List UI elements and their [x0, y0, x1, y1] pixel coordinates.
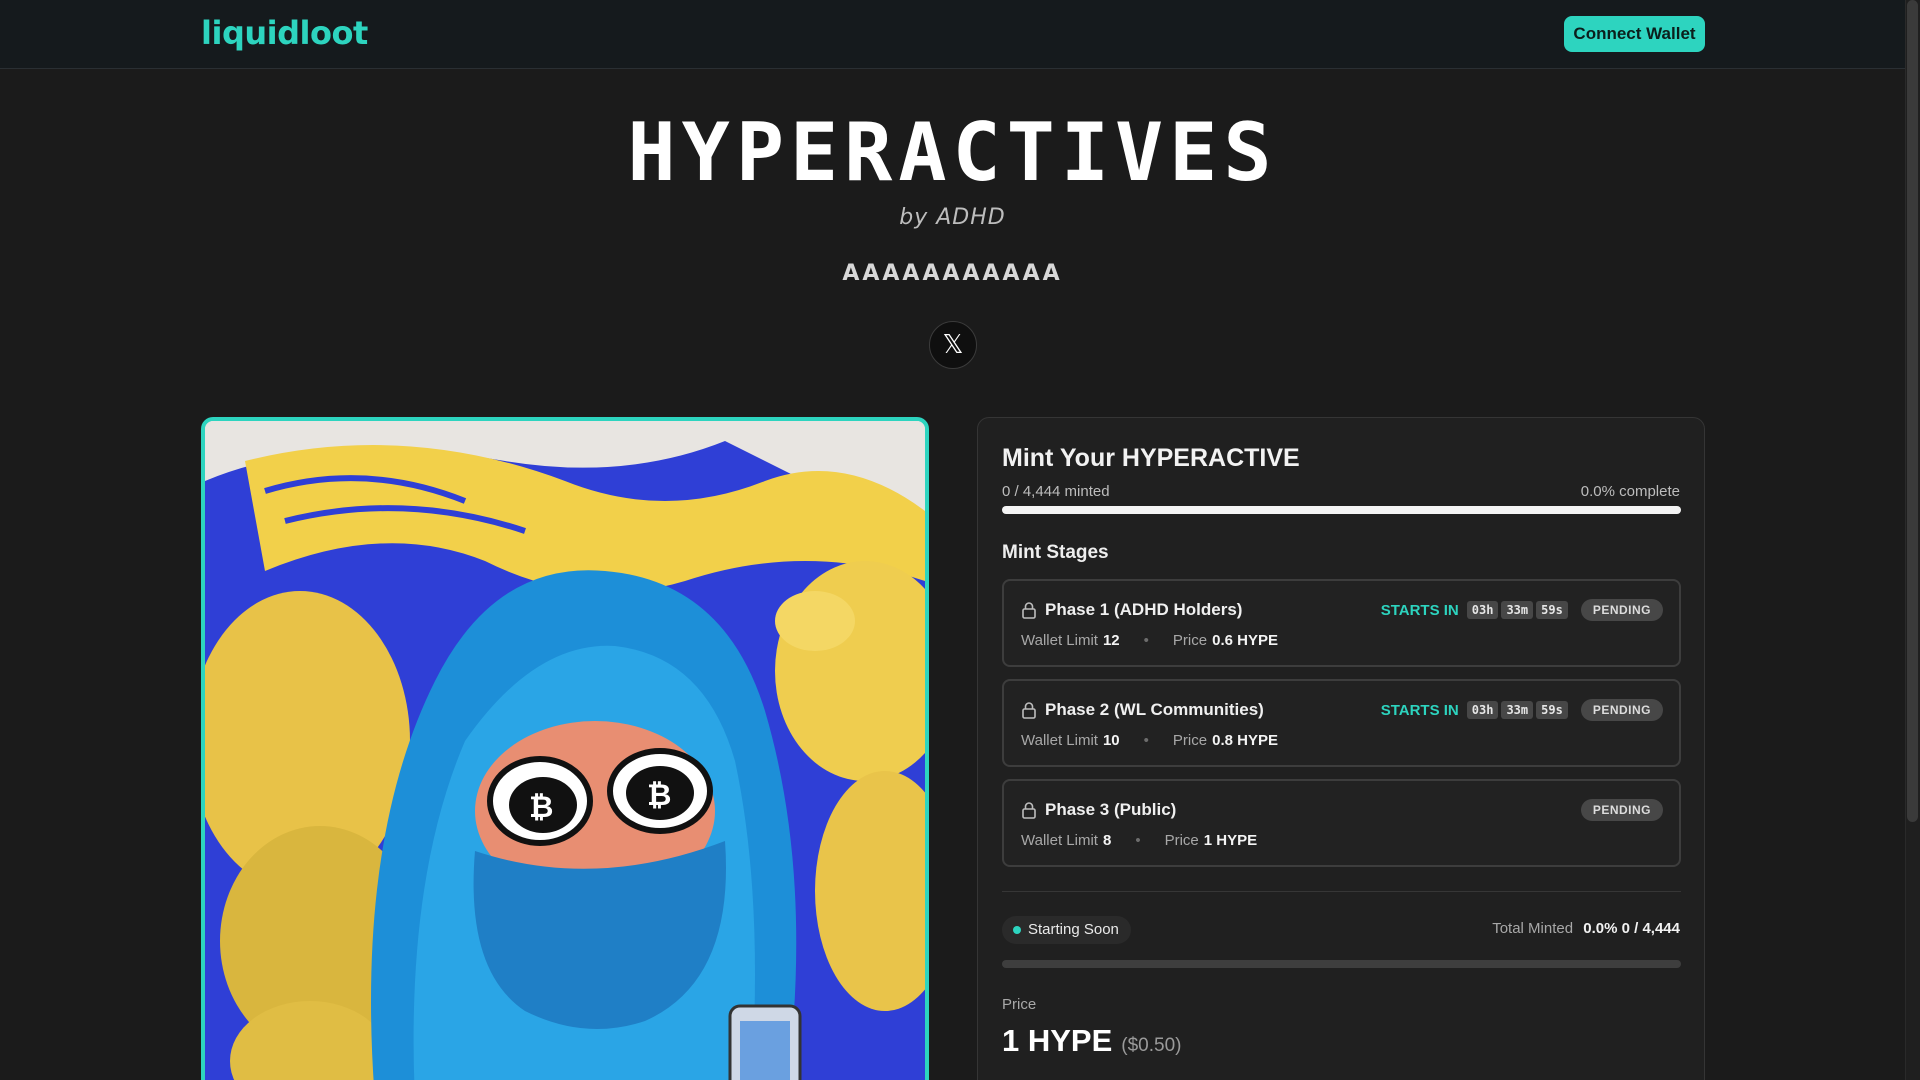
mint-stage-card[interactable]: Phase 1 (ADHD Holders) STARTS IN 03h 33m…	[1002, 579, 1681, 667]
stage-status-group: STARTS IN 03h 33m 59s PENDING	[1381, 699, 1663, 721]
price-label: Price	[1164, 832, 1199, 849]
total-minted-value: 0.0% 0 / 4,444	[1583, 920, 1680, 937]
lock-icon	[1022, 602, 1036, 619]
stage-details: Wallet Limit 12 • Price 0.6 HYPE	[1021, 632, 1278, 649]
starts-in-label: STARTS IN	[1380, 701, 1459, 719]
stage-details: Wallet Limit 10 • Price 0.8 HYPE	[1021, 732, 1278, 749]
page-scrollbar[interactable]	[1905, 0, 1920, 1080]
current-price: 1 HYPE ($0.50)	[1002, 1023, 1181, 1059]
wallet-limit-label: Wallet Limit	[1021, 632, 1098, 649]
lock-icon	[1022, 802, 1036, 819]
stage-name: Phase 3 (Public)	[1045, 800, 1177, 819]
stage-status-group: PENDING	[1571, 799, 1663, 821]
mint-panel-title: Mint Your HYPERACTIVE	[1002, 444, 1300, 472]
mint-panel: Mint Your HYPERACTIVE 0 / 4,444 minted 0…	[977, 417, 1705, 1080]
countdown-minutes: 33m	[1501, 701, 1534, 719]
nft-artwork: ₿ ₿	[205, 421, 925, 1080]
stage-name: Phase 2 (WL Communities)	[1045, 700, 1264, 719]
mint-status-text: Starting Soon	[1028, 921, 1119, 938]
wallet-limit-label: Wallet Limit	[1021, 732, 1098, 749]
stage-status-group: STARTS IN 03h 33m 59s PENDING	[1381, 599, 1663, 621]
separator-dot: •	[1143, 732, 1149, 749]
wallet-limit-value: 8	[1102, 832, 1112, 849]
current-price-label: Price	[1002, 996, 1037, 1013]
mint-status-pill: Starting Soon	[1002, 916, 1131, 944]
total-minted-label: Total Minted	[1492, 920, 1574, 937]
mint-stage-card[interactable]: Phase 3 (Public) PENDING Wallet Limit 8 …	[1002, 779, 1681, 867]
top-nav-bar: liquidloot Connect Wallet	[0, 0, 1905, 69]
status-dot-icon	[1013, 926, 1021, 934]
countdown-seconds: 59s	[1536, 601, 1568, 619]
starts-in-label: STARTS IN	[1380, 601, 1459, 619]
collection-creator: by ADHD	[899, 205, 1006, 230]
total-minted: Total Minted 0.0% 0 / 4,444	[1492, 920, 1680, 937]
status-badge: PENDING	[1580, 699, 1663, 721]
nft-preview-image: ₿ ₿	[201, 417, 929, 1080]
price-value: 0.8 HYPE	[1212, 732, 1278, 749]
status-badge: PENDING	[1580, 799, 1663, 821]
svg-text:₿: ₿	[647, 778, 671, 813]
x-icon[interactable]: 𝕏	[929, 321, 977, 369]
wallet-limit-value: 10	[1102, 732, 1120, 749]
svg-text:₿: ₿	[529, 790, 553, 825]
countdown-seconds: 59s	[1536, 701, 1568, 719]
price-label: Price	[1172, 632, 1208, 649]
current-price-value: 1 HYPE	[1002, 1023, 1113, 1058]
countdown-hours: 03h	[1466, 701, 1499, 719]
price-value: 1 HYPE	[1203, 832, 1258, 849]
minted-percentage: 0.0% complete	[1580, 483, 1680, 500]
lock-icon	[1022, 702, 1036, 719]
minted-count: 0 / 4,444 minted	[1002, 483, 1110, 500]
mint-stage-card[interactable]: Phase 2 (WL Communities) STARTS IN 03h 3…	[1002, 679, 1681, 767]
mint-progress-bar	[1002, 506, 1681, 514]
panel-divider	[1002, 891, 1681, 892]
countdown-hours: 03h	[1466, 601, 1499, 619]
price-label: Price	[1172, 732, 1208, 749]
collection-title: HYPERACTIVES	[627, 106, 1278, 199]
countdown-minutes: 33m	[1501, 601, 1534, 619]
separator-dot: •	[1135, 832, 1141, 849]
scrollbar-thumb[interactable]	[1907, 0, 1918, 822]
wallet-limit-value: 12	[1102, 632, 1120, 649]
price-value: 0.6 HYPE	[1212, 632, 1278, 649]
total-minted-progress-bar	[1002, 960, 1681, 968]
current-price-usd: ($0.50)	[1121, 1035, 1182, 1056]
status-badge: PENDING	[1580, 599, 1663, 621]
mint-stages-heading: Mint Stages	[1002, 542, 1109, 563]
connect-wallet-button[interactable]: Connect Wallet	[1564, 16, 1705, 52]
stage-details: Wallet Limit 8 • Price 1 HYPE	[1021, 832, 1257, 849]
liquidloot-logo[interactable]: liquidloot	[201, 13, 368, 53]
stage-name: Phase 1 (ADHD Holders)	[1045, 600, 1243, 619]
x-glyph: 𝕏	[942, 330, 964, 360]
wallet-limit-label: Wallet Limit	[1021, 832, 1098, 849]
separator-dot: •	[1143, 632, 1149, 649]
collection-tagline: AAAAAAAAAAA	[842, 261, 1063, 286]
